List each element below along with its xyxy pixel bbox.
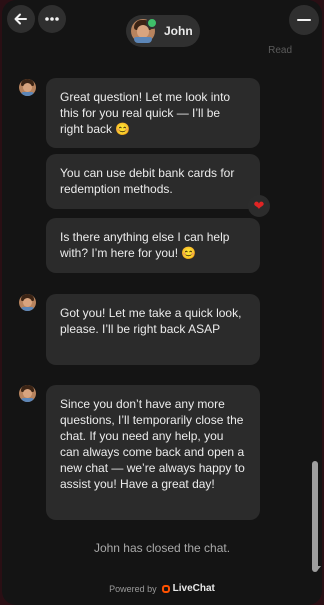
message-bubble: Great question! Let me look into this fo… bbox=[46, 78, 260, 148]
powered-by-footer[interactable]: Powered by LiveChat bbox=[2, 583, 322, 594]
agent-name: John bbox=[164, 24, 193, 38]
scrollbar-thumb[interactable] bbox=[312, 461, 318, 572]
message-bubble: Since you don’t have any more questions,… bbox=[46, 385, 260, 520]
more-dots-icon bbox=[45, 17, 59, 21]
agent-avatar-small bbox=[19, 79, 36, 96]
powered-by-label: Powered by bbox=[109, 583, 157, 594]
chat-closed-notice: John has closed the chat. bbox=[93, 541, 231, 555]
livechat-logo-icon bbox=[161, 584, 170, 593]
agent-info[interactable]: John bbox=[126, 15, 200, 47]
agent-avatar-small bbox=[19, 385, 36, 402]
message-bubble: Got you! Let me take a quick look, pleas… bbox=[46, 294, 260, 365]
heart-reaction-icon[interactable]: ❤ bbox=[248, 195, 270, 217]
minimize-button[interactable] bbox=[289, 5, 319, 35]
message-text: Is there anything else I can help with? … bbox=[60, 230, 230, 260]
message-bubble: You can use debit bank cards for redempt… bbox=[46, 154, 260, 209]
message-text: Since you don’t have any more questions,… bbox=[60, 397, 245, 491]
scroll-down-arrow-icon[interactable] bbox=[313, 566, 321, 571]
message-text: Got you! Let me take a quick look, pleas… bbox=[60, 306, 242, 336]
livechat-brand: LiveChat bbox=[172, 583, 215, 594]
read-receipt: Read bbox=[268, 45, 292, 56]
back-button[interactable] bbox=[7, 5, 35, 33]
message-bubble: Is there anything else I can help with? … bbox=[46, 218, 260, 273]
agent-avatar-small bbox=[19, 294, 36, 311]
online-status-indicator bbox=[146, 17, 158, 29]
minimize-icon bbox=[297, 19, 311, 21]
reaction-emoji: ❤ bbox=[253, 198, 265, 213]
message-text: Great question! Let me look into this fo… bbox=[60, 90, 231, 136]
message-text: You can use debit bank cards for redempt… bbox=[60, 166, 235, 196]
arrow-left-icon bbox=[14, 13, 27, 25]
agent-avatar bbox=[131, 17, 158, 43]
more-options-button[interactable] bbox=[38, 5, 66, 33]
chat-window: John Read Great question! Let me look in… bbox=[2, 0, 322, 605]
chat-header: John bbox=[2, 0, 322, 47]
